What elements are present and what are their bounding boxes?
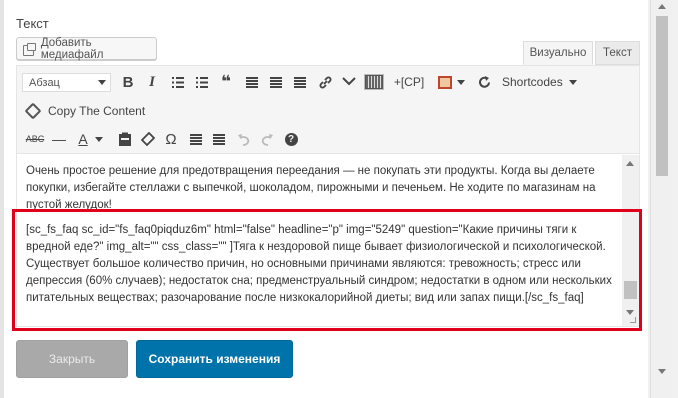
strikethrough-button[interactable]: ABC [24,128,46,150]
bullet-list-button[interactable] [167,71,189,93]
indent-button[interactable] [208,128,230,150]
align-left-button[interactable] [241,71,263,93]
help-icon: ? [284,132,298,146]
window-scrollbar[interactable] [650,0,672,398]
save-changes-button[interactable]: Сохранить изменения [136,340,293,378]
shortcodes-label: Shortcodes [502,75,563,89]
shortcodes-dropdown[interactable]: Shortcodes [502,71,580,93]
help-button[interactable]: ? [280,128,302,150]
redo-icon [261,133,273,146]
text-color-button[interactable]: A [73,128,93,150]
format-select[interactable]: Абзац [22,73,111,92]
keyboard-icon [364,74,384,90]
media-icon [23,42,36,56]
bold-button[interactable]: B [118,71,138,93]
chevron-down-icon [568,79,577,85]
undo-icon [238,133,250,146]
text-color-dropdown[interactable] [93,128,105,150]
align-right-icon [294,76,306,88]
paste-text-button[interactable] [114,128,136,150]
link-icon [319,76,331,88]
align-center-button[interactable] [265,71,287,93]
content-paragraph-1: Очень простое решение для предотвращения… [26,165,596,211]
align-right-button[interactable] [289,71,311,93]
eraser-icon [141,132,155,146]
toolbar-row-2: Copy The Content [17,97,639,125]
insert-link-button[interactable] [314,71,336,93]
cp-button[interactable]: +[CP] [390,71,428,93]
kitchen-sink-icon [342,77,356,86]
special-character-button[interactable]: Ω [160,128,182,150]
editor-scrollbar[interactable] [622,155,639,326]
editor-scrollbar-thumb[interactable] [624,281,637,299]
redo-button[interactable] [256,128,278,150]
field-label: Текст [16,16,49,31]
chevron-down-icon [95,136,103,142]
undo-button[interactable] [233,128,255,150]
keyboard-button[interactable] [362,71,386,93]
scroll-up-arrow-icon[interactable] [658,4,666,9]
tag-icon [24,102,42,120]
italic-button[interactable]: I [142,71,162,93]
refresh-button[interactable] [473,71,495,93]
copy-content-button[interactable]: Copy The Content [24,100,155,122]
scrollbar-thumb[interactable] [656,16,668,176]
content-paragraph-2: [sc_fs_faq sc_id="fs_faq0piqduz6m" html=… [26,224,612,304]
add-media-label: Добавить медиафайл [40,36,104,61]
scroll-up-arrow-icon[interactable] [626,161,634,166]
table-dropdown[interactable] [455,71,467,93]
indent-icon [213,133,225,145]
horizontal-line-button[interactable]: — [48,128,70,150]
clear-formatting-button[interactable] [137,128,159,150]
refresh-icon [478,75,490,88]
format-select-value: Абзац [29,76,60,89]
add-media-button[interactable]: Добавить медиафайл [16,36,157,61]
numbered-list-icon [196,76,208,88]
align-left-icon [246,76,258,88]
bullet-list-icon [172,76,184,88]
editor-content[interactable]: Очень простое решение для предотвращения… [17,155,639,326]
tab-visual[interactable]: Визуально [523,41,593,65]
toolbar-toggle-button[interactable] [338,71,360,93]
clipboard-icon [119,132,131,146]
toolbar-row-1: Абзац B I ❝ +[CP] Shortcodes [17,68,639,96]
resize-handle-icon[interactable] [630,317,636,323]
toolbar-row-3: ABC — A Ω ? [17,125,639,153]
close-button[interactable]: Закрыть [16,340,128,378]
align-center-icon [270,76,282,88]
outdent-button[interactable] [185,128,207,150]
copy-content-label: Copy The Content [48,104,146,118]
table-button[interactable] [435,71,455,93]
left-edge [0,0,4,398]
editor-toolbar: Абзац B I ❝ +[CP] Shortcodes Copy The Co… [17,66,639,154]
blockquote-button[interactable]: ❝ [215,71,237,93]
outdent-icon [190,133,202,145]
scroll-down-arrow-icon[interactable] [626,310,634,315]
chevron-down-icon [98,80,106,85]
table-icon [438,75,452,89]
scroll-down-arrow-icon[interactable] [658,369,666,374]
chevron-down-icon [457,79,465,85]
numbered-list-button[interactable] [191,71,213,93]
tab-text[interactable]: Текст [595,41,640,65]
editor: Абзац B I ❝ +[CP] Shortcodes Copy The Co… [16,65,640,327]
